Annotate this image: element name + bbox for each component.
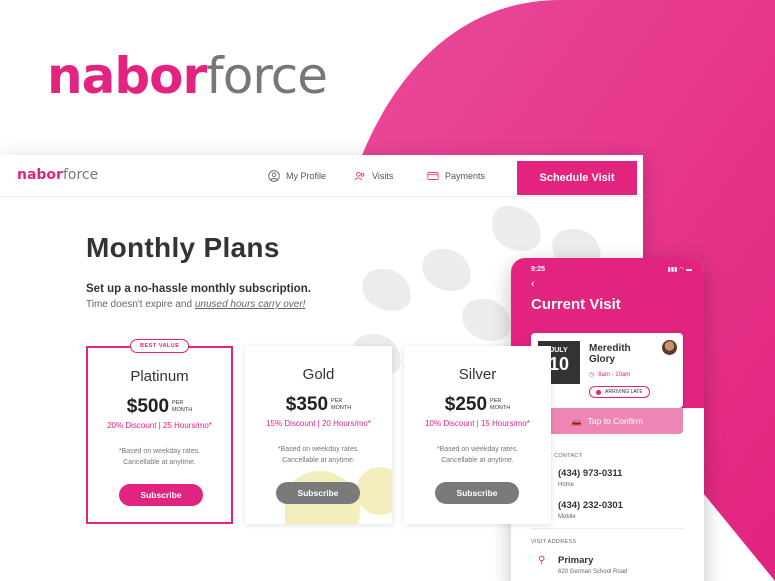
price-row: $500 PER MONTH: [88, 396, 231, 418]
nav-label: Payments: [445, 171, 486, 181]
page-subtitle: Set up a no-hassle monthly subscription.: [86, 283, 311, 295]
section-label: VISIT ADDRESS: [531, 539, 577, 545]
status-time: 9:25: [531, 266, 546, 273]
plan-discount: 10% Discount | 15 Hours/mo*: [425, 419, 530, 428]
best-value-badge: BEST VALUE: [130, 339, 190, 353]
divider: [531, 528, 684, 529]
avatar: [662, 340, 677, 355]
page-note: Time doesn't expire and unused hours car…: [86, 299, 306, 310]
plan-price: $500: [126, 396, 170, 417]
page-title: Monthly Plans: [86, 232, 280, 263]
nav-my-profile[interactable]: My Profile: [268, 170, 326, 182]
subscribe-button[interactable]: Subscribe: [276, 482, 360, 504]
users-icon: [354, 172, 365, 181]
price-row: $250 PER MONTH: [404, 394, 551, 416]
clock-icon: ◷: [589, 372, 595, 378]
profile-icon: [268, 170, 280, 182]
price-period: PER MONTH: [490, 398, 511, 411]
plan-discount: 15% Discount | 20 Hours/mo*: [266, 419, 371, 428]
plan-name: Silver: [458, 366, 497, 383]
top-nav: naborforce My Profile Visits Payments Sc…: [0, 155, 643, 197]
client-name: Meredith Glory: [589, 343, 631, 365]
visit-time: ◷ 8am - 10am: [589, 371, 631, 379]
car-icon: 🚗: [571, 415, 582, 426]
plan-discount: 20% Discount | 25 Hours/mo*: [107, 421, 212, 430]
price-period: PER MONTH: [331, 398, 352, 411]
plan-note: *Based on weekday rates. Cancellable at a…: [277, 446, 360, 464]
status-icons: ▮▮▮ ◠ ▬: [667, 267, 692, 273]
price-row: $350 PER MONTH: [245, 394, 392, 416]
plan-note: *Based on weekday rates. Cancellable at a…: [118, 448, 201, 466]
location-pin-icon: ⚲: [538, 555, 546, 566]
tap-to-confirm-button[interactable]: 🚗 Tap to Confirm: [531, 408, 683, 434]
price-period: PER MONTH: [172, 400, 193, 413]
nav-payments[interactable]: Payments: [427, 170, 485, 182]
subscribe-button[interactable]: Subscribe: [119, 484, 203, 506]
subscribe-button[interactable]: Subscribe: [435, 482, 519, 504]
plan-note: *Based on weekday rates. Cancellable at a…: [436, 446, 519, 464]
back-arrow-icon[interactable]: ‹: [531, 278, 535, 290]
status-badge: ARRIVING LATE: [589, 386, 650, 398]
visit-card[interactable]: JULY 10 Meredith Glory ◷ 8am - 10am ARRIV…: [531, 333, 683, 408]
schedule-visit-button[interactable]: Schedule Visit: [517, 161, 637, 195]
brand-logo: naborforce: [47, 47, 328, 105]
plan-card-gold: Gold $350 PER MONTH 15% Discount | 20 Hou…: [245, 346, 392, 524]
plan-name: Gold: [302, 366, 335, 383]
plan-card-silver: Silver $250 PER MONTH 10% Discount | 15 H…: [404, 346, 551, 524]
nav-logo[interactable]: naborforce: [17, 167, 98, 183]
plan-price: $250: [444, 394, 488, 415]
plan-card-platinum: BEST VALUE Platinum $500 PER MONTH 20% Di…: [86, 339, 233, 524]
address-row[interactable]: ⚲ Primary 620 German School Road: [538, 555, 627, 575]
phone-title: Current Visit: [531, 296, 621, 313]
nav-label: My Profile: [286, 171, 327, 181]
plan-price: $350: [285, 394, 329, 415]
plan-name: Platinum: [130, 368, 189, 385]
nav-visits[interactable]: Visits: [354, 170, 393, 182]
card-icon: [427, 172, 439, 180]
nav-label: Visits: [372, 171, 394, 181]
carry-over-link[interactable]: unused hours carry over!: [195, 299, 306, 310]
